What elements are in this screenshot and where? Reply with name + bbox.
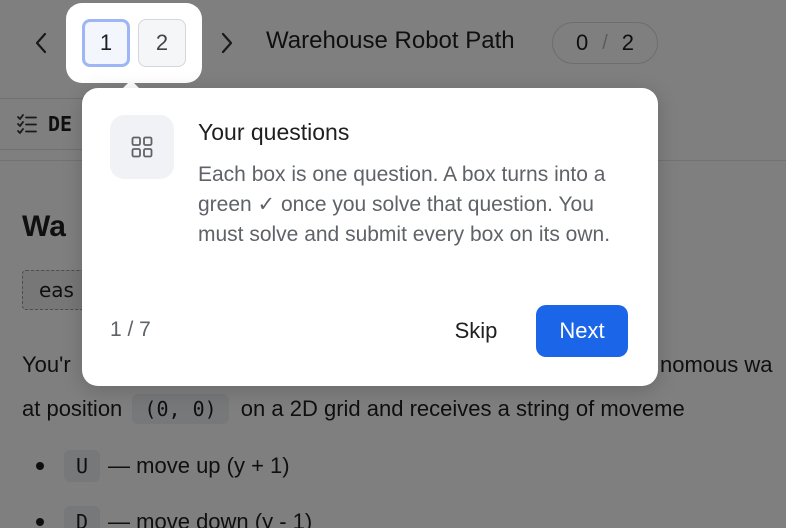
tour-body: Each box is one question. A box turns in… [198, 163, 611, 246]
tour-popover: Your questions Each box is one question.… [82, 88, 658, 386]
question-box-1[interactable]: 1 [82, 19, 130, 67]
grid-icon [131, 136, 153, 158]
next-button[interactable]: Next [536, 305, 628, 357]
tour-icon-tile [110, 115, 174, 179]
skip-button[interactable]: Skip [442, 306, 510, 356]
tour-step-counter: 1 / 7 [110, 318, 151, 341]
question-box-2[interactable]: 2 [138, 19, 186, 67]
tour-title: Your questions [198, 119, 350, 145]
